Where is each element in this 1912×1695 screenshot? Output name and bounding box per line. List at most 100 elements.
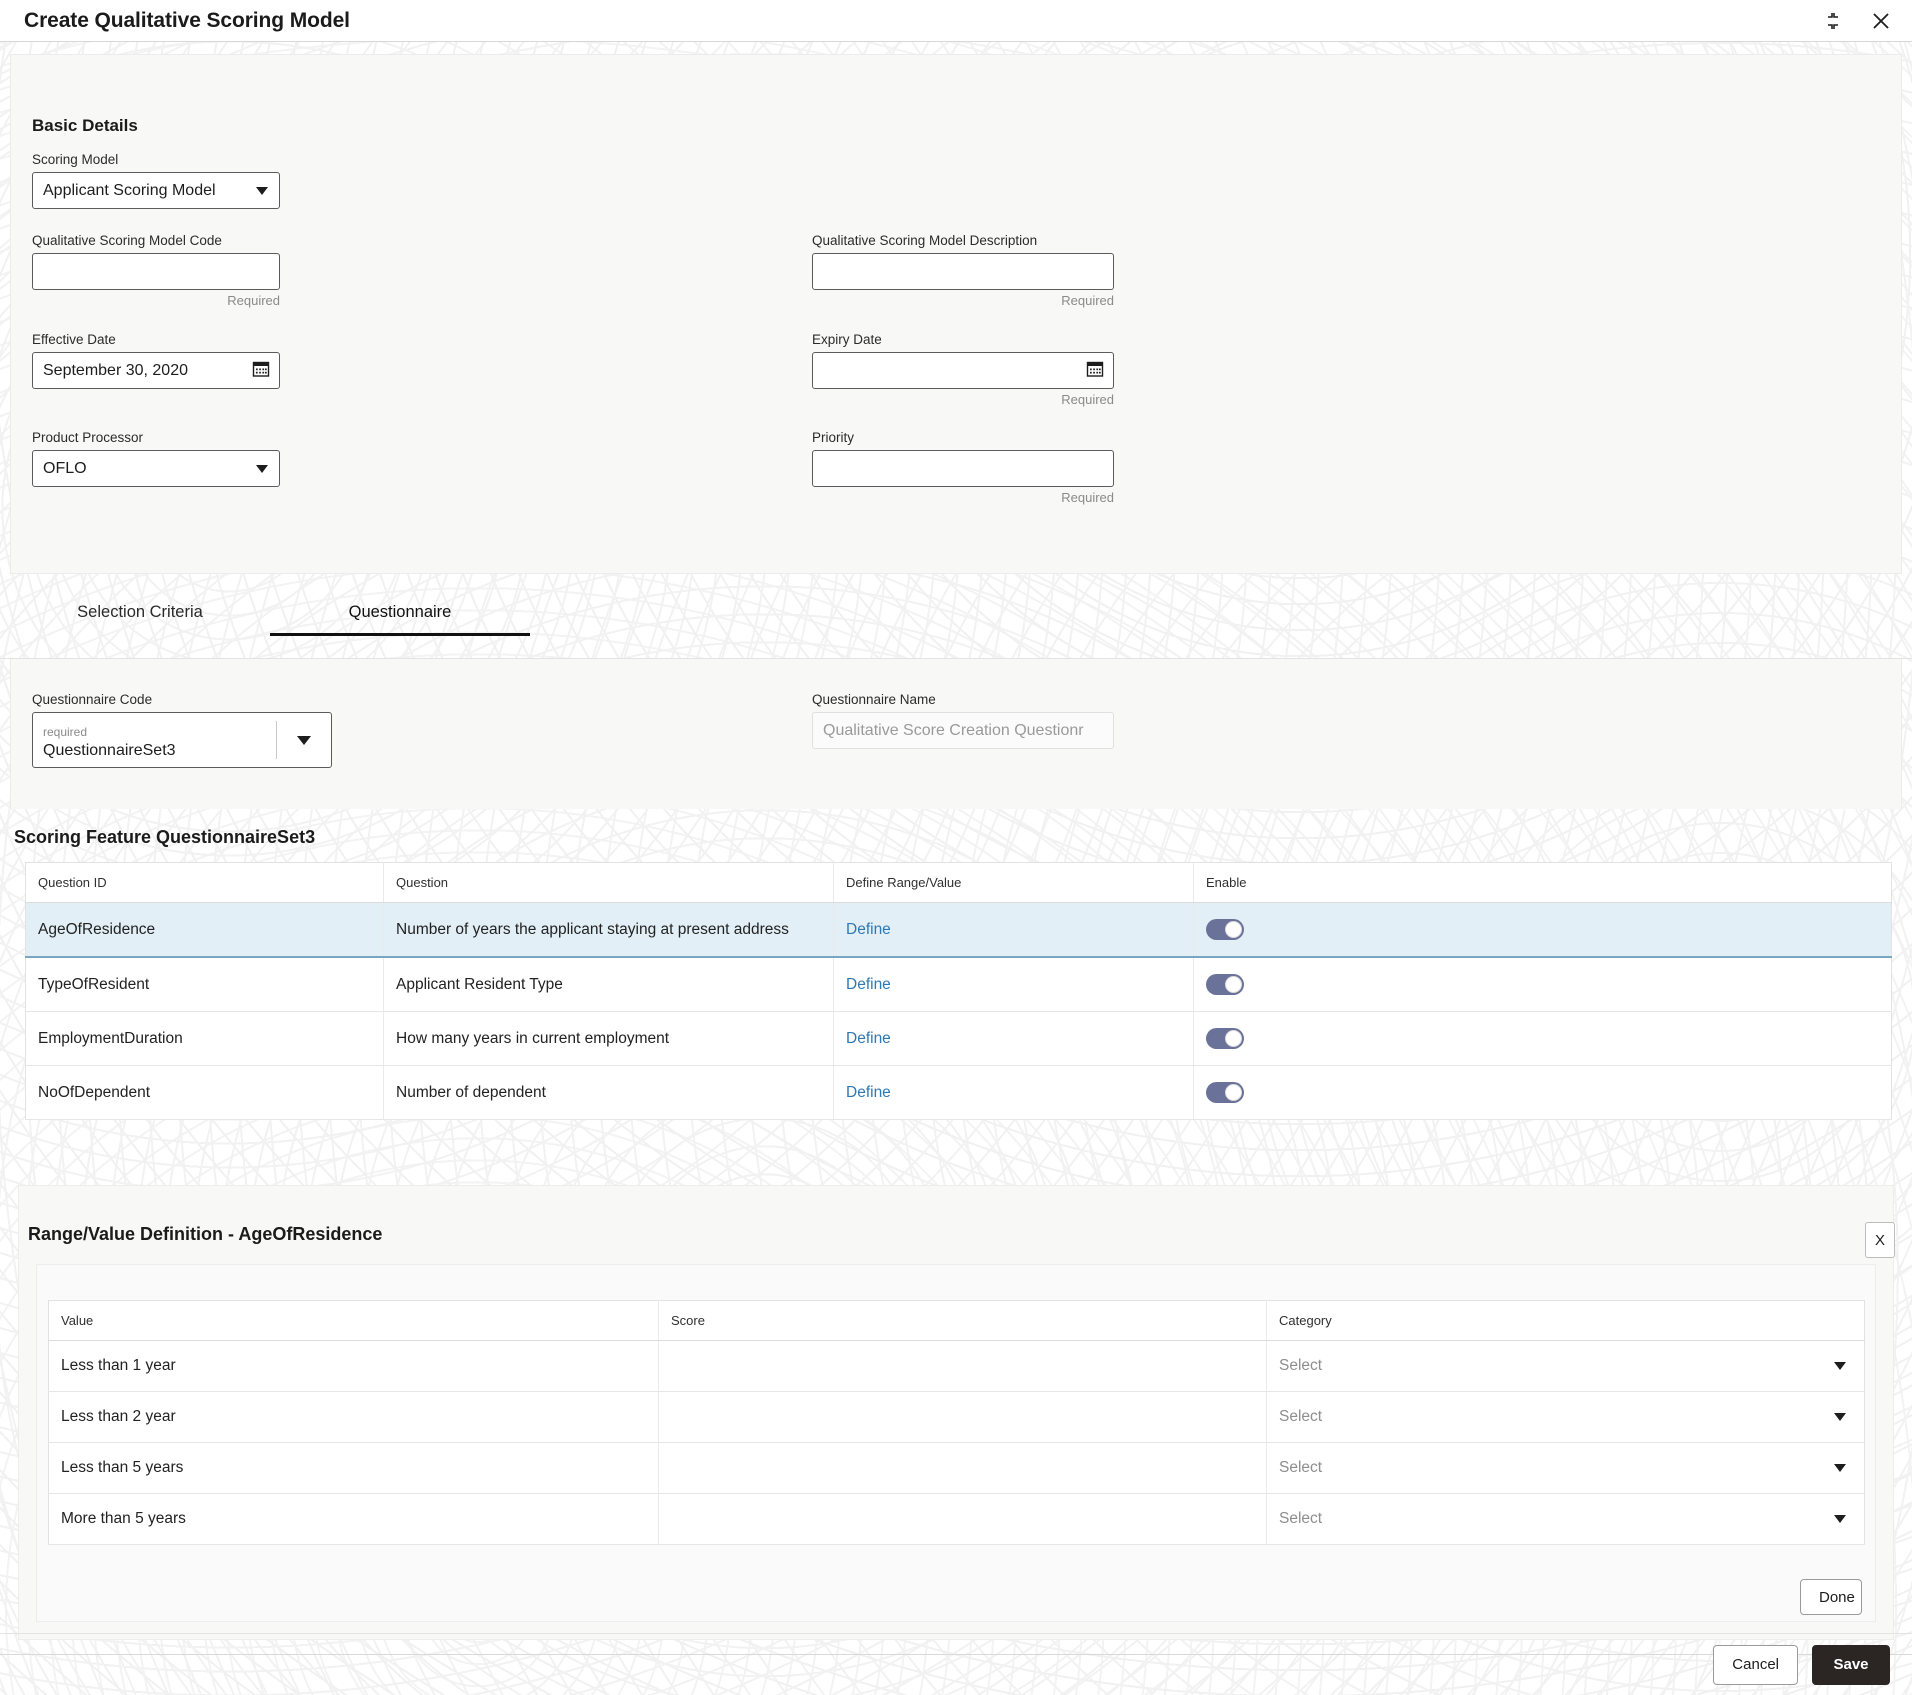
questionnaire-code-value: QuestionnaireSet3 [43, 742, 176, 759]
cancel-button[interactable]: Cancel [1713, 1644, 1798, 1685]
effective-date-input[interactable] [32, 352, 280, 389]
category-select[interactable]: Select [1279, 1459, 1852, 1477]
category-value: Select [1279, 1357, 1323, 1374]
define-link[interactable]: Define [846, 1084, 891, 1101]
questionnaire-name-label: Questionnaire Name [812, 692, 936, 707]
cell-value: Less than 1 year [48, 1340, 659, 1392]
enable-toggle[interactable] [1206, 1082, 1244, 1103]
table-row[interactable]: TypeOfResident Applicant Resident Type D… [25, 957, 1892, 1012]
cell-value: Less than 5 years [48, 1442, 659, 1494]
questionnaire-code-combo[interactable]: required QuestionnaireSet3 [32, 712, 332, 768]
table-row[interactable]: AgeOfResidence Number of years the appli… [25, 902, 1892, 958]
save-button[interactable]: Save [1812, 1644, 1890, 1685]
toggle-knob [1225, 976, 1242, 993]
scoring-model-label: Scoring Model [32, 152, 119, 167]
tab-selection-criteria[interactable]: Selection Criteria [10, 587, 270, 636]
priority-input[interactable] [812, 450, 1114, 487]
toggle-knob [1225, 1030, 1242, 1047]
questionnaire-name-input [812, 712, 1114, 749]
dialog-footer: Cancel Save [0, 1633, 1912, 1695]
define-link[interactable]: Define [846, 1030, 891, 1047]
model-description-label: Qualitative Scoring Model Description [812, 233, 1038, 248]
range-value-table: Value Score Category Less than 1 year Se… [48, 1300, 1865, 1545]
dialog-body: Basic Details Scoring Model Qualitative … [0, 42, 1912, 1695]
tab-questionnaire[interactable]: Questionnaire [270, 587, 530, 636]
field-effective-date: Effective Date [32, 332, 280, 389]
col-value: Value [48, 1300, 659, 1341]
expiry-date-label: Expiry Date [812, 332, 882, 347]
toggle-knob [1225, 921, 1242, 938]
col-enable: Enable [1193, 862, 1892, 903]
chevron-down-icon [1834, 1362, 1846, 1370]
product-processor-label: Product Processor [32, 430, 144, 445]
cell-score[interactable] [658, 1340, 1267, 1392]
enable-toggle[interactable] [1206, 974, 1244, 995]
define-link[interactable]: Define [846, 976, 891, 993]
scoring-feature-heading: Scoring Feature QuestionnaireSet3 [14, 827, 316, 847]
scoring-model-value[interactable] [32, 172, 280, 209]
cell-question: How many years in current employment [383, 1011, 834, 1066]
toggle-knob [1225, 1084, 1242, 1101]
field-priority: Priority Required [812, 430, 1114, 505]
cell-question: Applicant Resident Type [383, 957, 834, 1012]
category-select[interactable]: Select [1279, 1408, 1852, 1426]
table-row[interactable]: Less than 2 year Select [48, 1391, 1865, 1443]
col-question-id: Question ID [25, 862, 384, 903]
chevron-down-icon [1834, 1515, 1846, 1523]
category-select[interactable]: Select [1279, 1357, 1852, 1375]
cell-score[interactable] [658, 1442, 1267, 1494]
cell-score[interactable] [658, 1493, 1267, 1545]
cell-question-id: EmploymentDuration [25, 1011, 384, 1066]
model-code-helper: Required [227, 293, 280, 308]
scoring-feature-table: Question ID Question Define Range/Value … [25, 862, 1892, 1120]
product-processor-select[interactable] [32, 450, 280, 487]
basic-details-heading: Basic Details [32, 116, 138, 135]
cell-question: Number of dependent [383, 1065, 834, 1120]
tab-strip: Selection Criteria Questionnaire [0, 587, 1912, 659]
cell-score[interactable] [658, 1391, 1267, 1443]
collapse-icon[interactable] [1820, 8, 1846, 34]
define-link[interactable]: Define [846, 921, 891, 938]
col-score: Score [658, 1300, 1267, 1341]
category-value: Select [1279, 1459, 1323, 1476]
effective-date-wrapper[interactable] [32, 352, 280, 389]
field-scoring-model: Scoring Model [32, 152, 280, 209]
questionnaire-code-text: required QuestionnaireSet3 [33, 713, 276, 767]
cell-question: Number of years the applicant staying at… [383, 902, 834, 958]
field-questionnaire-name: Questionnaire Name [812, 692, 1114, 749]
done-button[interactable]: Done [1800, 1579, 1862, 1615]
model-code-label: Qualitative Scoring Model Code [32, 233, 222, 248]
model-description-helper: Required [1061, 293, 1114, 308]
category-select[interactable]: Select [1279, 1510, 1852, 1528]
product-processor-value[interactable] [32, 450, 280, 487]
cell-question-id: AgeOfResidence [25, 902, 384, 958]
table-row[interactable]: EmploymentDuration How many years in cur… [25, 1011, 1892, 1066]
effective-date-label: Effective Date [32, 332, 116, 347]
questionnaire-code-label: Questionnaire Code [32, 692, 153, 707]
enable-toggle[interactable] [1206, 919, 1244, 940]
model-code-input[interactable] [32, 253, 280, 290]
field-expiry-date: Expiry Date Required [812, 332, 1114, 407]
model-description-input[interactable] [812, 253, 1114, 290]
table-row[interactable]: NoOfDependent Number of dependent Define [25, 1065, 1892, 1120]
priority-label: Priority [812, 430, 855, 445]
questionnaire-code-dropdown-button[interactable] [277, 713, 331, 767]
close-icon[interactable] [1868, 8, 1894, 34]
col-question: Question [383, 862, 834, 903]
chevron-down-icon [297, 735, 311, 745]
table-row[interactable]: More than 5 years Select [48, 1493, 1865, 1545]
table-header-row: Value Score Category [48, 1300, 1865, 1341]
priority-helper: Required [1061, 490, 1114, 505]
field-model-description: Qualitative Scoring Model Description Re… [812, 233, 1114, 308]
chevron-down-icon [1834, 1413, 1846, 1421]
window-actions [1820, 8, 1894, 34]
questionnaire-code-hint: required [43, 725, 88, 739]
table-row[interactable]: Less than 1 year Select [48, 1340, 1865, 1392]
enable-toggle[interactable] [1206, 1028, 1244, 1049]
table-row[interactable]: Less than 5 years Select [48, 1442, 1865, 1494]
expiry-date-input[interactable] [812, 352, 1114, 389]
expiry-date-wrapper[interactable] [812, 352, 1114, 389]
field-product-processor: Product Processor [32, 430, 280, 487]
range-value-close-button[interactable]: X [1865, 1222, 1895, 1258]
scoring-model-select[interactable] [32, 172, 280, 209]
